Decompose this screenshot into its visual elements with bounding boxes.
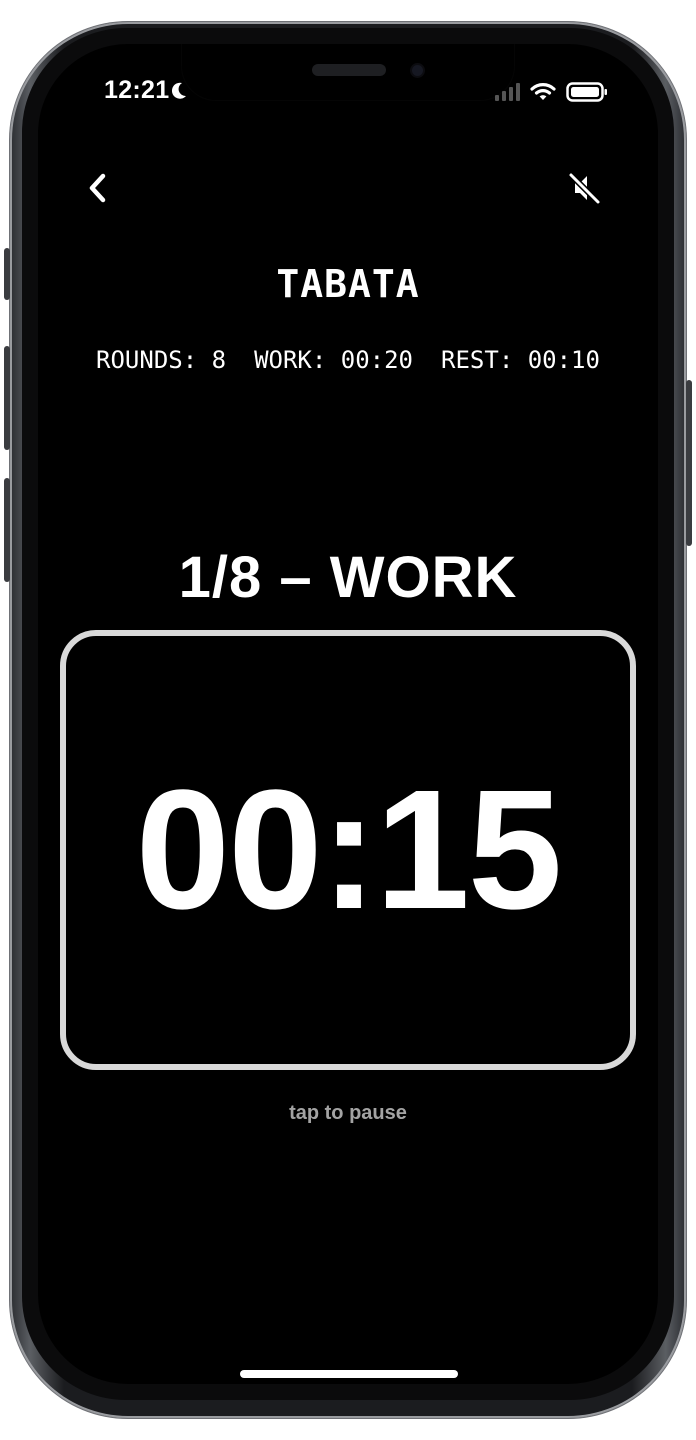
workout-title: TABATA [276,262,420,306]
pause-hint: tap to pause [289,1102,407,1124]
speaker-muted-icon [568,172,601,205]
timer-display[interactable]: 00:15 [60,630,636,1070]
home-indicator[interactable] [240,1370,458,1378]
rest-duration-setting: REST: 00:10 [441,346,600,374]
work-duration-setting: WORK: 00:20 [254,346,414,374]
signal-icon [495,83,520,101]
earpiece-speaker [312,64,386,76]
phone-volume-down-button [4,478,10,582]
mute-toggle-button[interactable] [566,170,602,206]
notch [182,44,514,100]
screen: 12:21 TABATA ROUNDS: 8 WORK: 00:20 REST:… [38,44,658,1384]
front-camera [412,65,423,76]
phone-volume-up-button [4,346,10,450]
back-button[interactable] [82,170,114,206]
phase-indicator: 1/8 – WORK [178,545,518,610]
battery-icon [566,82,607,102]
status-bar-indicators [495,82,608,102]
timer-countdown: 00:15 [135,755,563,945]
moon-icon [172,82,187,99]
workout-summary: ROUNDS: 8 WORK: 00:20 REST: 00:10 [38,346,658,374]
status-bar-time: 12:21 [104,76,187,105]
phone-action-button [4,248,10,300]
wifi-icon [530,83,556,100]
phone-power-button [686,380,692,546]
status-time-text: 12:21 [104,76,170,104]
rounds-setting: ROUNDS: 8 [96,346,227,374]
chevron-left-icon [89,173,106,203]
